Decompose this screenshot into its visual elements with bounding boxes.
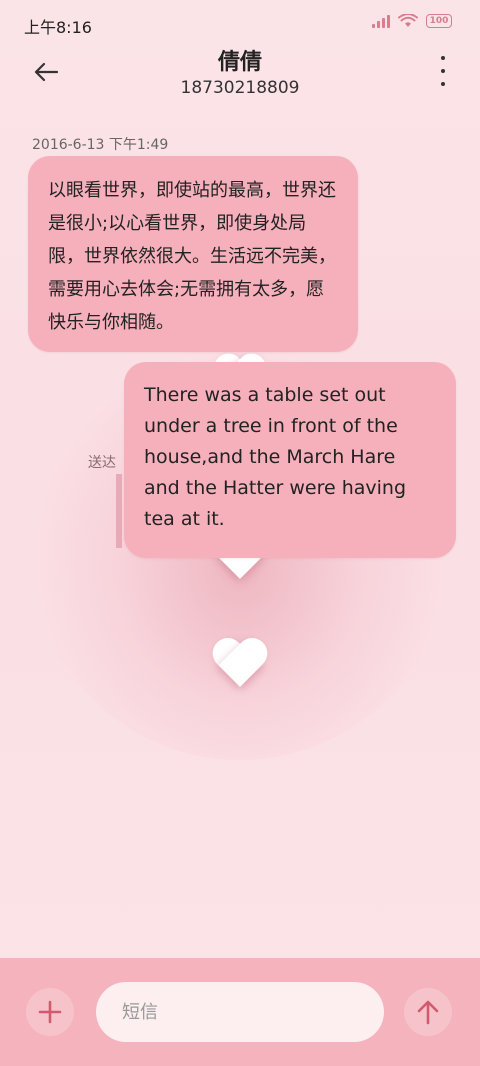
signal-icon — [372, 14, 390, 28]
delivery-status-label: 送达 — [88, 455, 116, 471]
status-bar: 上午8:16 100 — [0, 0, 480, 44]
status-icons: 100 — [372, 14, 452, 28]
send-button[interactable] — [404, 988, 452, 1036]
message-input[interactable] — [96, 982, 384, 1042]
contact-number: 18730218809 — [180, 78, 300, 98]
message-bubble[interactable]: 以眼看世界，即使站的最高，世界还是很小;以心看世界，即使身处局限，世界依然很大。… — [28, 156, 358, 352]
message-bubble[interactable]: There was a table set out under a tree i… — [124, 362, 456, 558]
more-options-button[interactable] — [436, 56, 450, 86]
plus-icon — [38, 1000, 62, 1024]
message-timestamp: 2016-6-13 下午1:49 — [32, 137, 169, 153]
composer-bar — [0, 958, 480, 1066]
heart-icon — [212, 639, 269, 690]
status-time: 上午8:16 — [24, 18, 92, 37]
add-attachment-button[interactable] — [26, 988, 74, 1036]
contact-name: 倩倩 — [217, 50, 262, 75]
faded-divider — [116, 474, 122, 548]
conversation-header: 倩倩 18730218809 — [0, 44, 480, 104]
arrow-up-icon — [417, 1000, 439, 1025]
more-vertical-icon — [441, 56, 445, 60]
wifi-icon — [398, 14, 418, 27]
battery-icon: 100 — [426, 14, 452, 28]
